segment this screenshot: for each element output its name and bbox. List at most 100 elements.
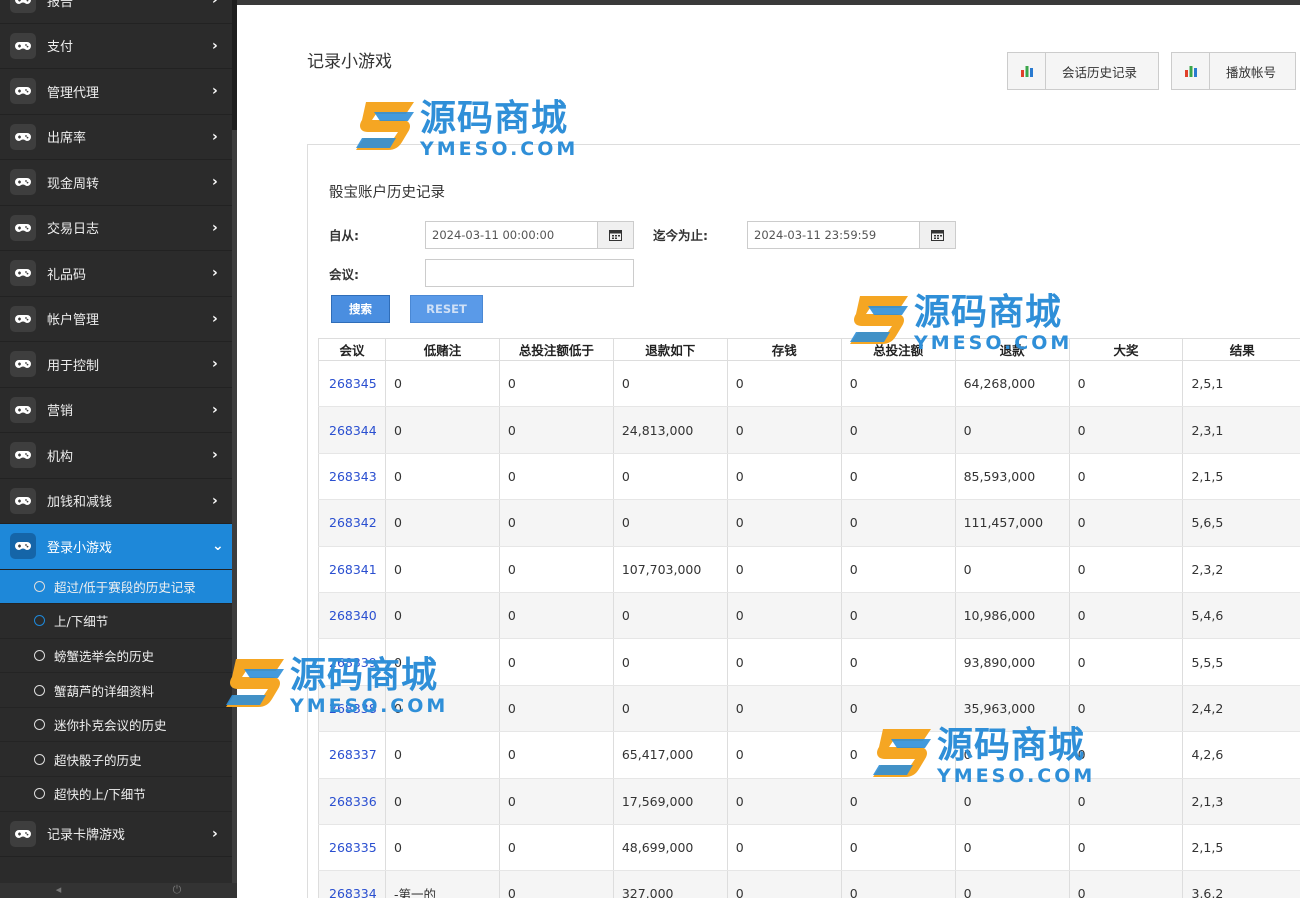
- submenu-item-3[interactable]: 蟹葫芦的详细资料: [0, 673, 232, 708]
- submenu-item-1[interactable]: 上/下细节: [0, 604, 232, 639]
- session-id-link[interactable]: 268344: [318, 406, 386, 454]
- footer-power-icon[interactable]: ⏻: [173, 883, 182, 898]
- sidebar-item-8[interactable]: 用于控制 ›: [0, 342, 232, 388]
- watermark-en: YMESO.COM: [914, 332, 1073, 354]
- sidebar-item-card-games[interactable]: 记录卡牌游戏 ›: [0, 812, 232, 857]
- sidebar-item-4[interactable]: 现金周转 ›: [0, 160, 232, 206]
- footer-left-icon[interactable]: ◂: [56, 883, 62, 898]
- submenu-item-0[interactable]: 超过/低于赛段的历史记录: [0, 569, 232, 605]
- sidebar-item-2[interactable]: 管理代理 ›: [0, 69, 232, 115]
- session-id-link[interactable]: 268337: [318, 731, 386, 779]
- history-panel: 骰宝账户历史记录 自从: 2024-03-11 00:00:00 迄今为止: 2…: [307, 144, 1300, 898]
- session-id-link[interactable]: 268334: [318, 870, 386, 898]
- table-cell: 0: [726, 406, 842, 454]
- session-id-link[interactable]: 268340: [318, 592, 386, 640]
- watermark-cn: 源码商城: [420, 98, 569, 139]
- column-header[interactable]: 存钱: [726, 338, 842, 361]
- sidebar-item-6[interactable]: 礼品码 ›: [0, 251, 232, 297]
- table-cell: 10,986,000: [954, 592, 1070, 640]
- sidebar-menu: 报告 › 支付 › 管理代理 › 出席率 › 现金周转 › 交易日志 › 礼品码 › 帐户管理 › 用于控制 › 营…: [0, 0, 232, 857]
- watermark-s-icon: [222, 655, 288, 713]
- gamepad-icon: [10, 260, 36, 287]
- sidebar-item-9[interactable]: 营销 ›: [0, 388, 232, 433]
- table-cell: 0: [954, 824, 1070, 872]
- submenu-item-4[interactable]: 迷你扑克会议的历史: [0, 708, 232, 743]
- table-cell: 0: [612, 685, 728, 733]
- watermark-s-icon: [846, 292, 912, 350]
- session-id-link[interactable]: 268345: [318, 360, 386, 408]
- sidebar-item-1[interactable]: 支付 ›: [0, 24, 232, 69]
- sidebar-item-11[interactable]: 加钱和减钱 ›: [0, 479, 232, 524]
- session-id-link[interactable]: 268336: [318, 778, 386, 825]
- sidebar-item-label: 营销: [47, 404, 74, 420]
- sidebar-item-label: 报告: [47, 0, 74, 10]
- gamepad-icon: [10, 78, 36, 105]
- reset-button[interactable]: RESET: [410, 295, 483, 323]
- session-history-label: 会话历史记录: [1062, 64, 1138, 80]
- table-cell: 0: [612, 360, 728, 408]
- gamepad-icon: [10, 123, 36, 150]
- table-cell: 24,813,000: [612, 406, 728, 454]
- table-row: 268338 0 0 0 0 0 35,963,000 0 2,4,2: [318, 685, 1300, 733]
- table-cell: 48,699,000: [612, 824, 728, 872]
- play-account-button[interactable]: 播放帐号: [1171, 52, 1296, 90]
- session-id-link[interactable]: 268335: [318, 824, 386, 872]
- column-header[interactable]: 退款如下: [612, 338, 728, 361]
- sidebar-item-label: 机构: [47, 449, 74, 465]
- column-header[interactable]: 结果: [1182, 338, 1300, 361]
- chevron-right-icon: ›: [212, 174, 218, 191]
- table-row: 268341 0 0 107,703,000 0 0 0 0 2,3,2: [318, 546, 1300, 593]
- submenu-item-2[interactable]: 螃蟹选举会的历史: [0, 639, 232, 674]
- column-header[interactable]: 会议: [318, 338, 386, 361]
- table-cell: 0: [840, 870, 956, 898]
- session-history-button[interactable]: 会话历史记录: [1007, 52, 1159, 90]
- table-cell: 0: [726, 685, 842, 733]
- table-cell: 5,6,5: [1182, 499, 1300, 547]
- sidebar-item-7[interactable]: 帐户管理 ›: [0, 297, 232, 342]
- calendar-icon[interactable]: [597, 222, 633, 248]
- table-cell: 0: [498, 638, 614, 686]
- table-cell: 0: [840, 360, 956, 408]
- sidebar-item-3[interactable]: 出席率 ›: [0, 115, 232, 160]
- table-cell: 17,569,000: [612, 778, 728, 825]
- sidebar-item-10[interactable]: 机构 ›: [0, 433, 232, 479]
- table-cell: 0: [384, 360, 500, 408]
- bar-chart-icon: [1172, 53, 1210, 89]
- table-cell: 0: [1068, 406, 1183, 454]
- session-input[interactable]: [425, 259, 634, 287]
- to-label: 迄今为止:: [653, 228, 708, 243]
- circle-icon: [34, 719, 45, 731]
- table-cell: 65,417,000: [612, 731, 728, 779]
- submenu-item-6[interactable]: 超快的上/下细节: [0, 777, 232, 812]
- table-cell: 2,3,2: [1182, 546, 1300, 593]
- sidebar-item-label: 现金周转: [47, 176, 100, 192]
- chevron-right-icon: ›: [212, 219, 218, 236]
- table-cell: 0: [726, 360, 842, 408]
- from-date-input[interactable]: 2024-03-11 00:00:00: [425, 221, 634, 249]
- session-id-link[interactable]: 268341: [318, 546, 386, 593]
- sidebar-item-mini-games[interactable]: 登录小游戏 ⌄: [0, 524, 232, 570]
- gamepad-icon: [10, 533, 36, 560]
- column-header[interactable]: 低赌注: [384, 338, 500, 361]
- table-cell: 0: [726, 592, 842, 640]
- to-date-input[interactable]: 2024-03-11 23:59:59: [747, 221, 956, 249]
- sidebar-item-label: 记录卡牌游戏: [47, 828, 126, 844]
- chevron-right-icon: ›: [212, 401, 218, 418]
- sidebar-item-0[interactable]: 报告 ›: [0, 0, 232, 24]
- search-button[interactable]: 搜索: [331, 295, 390, 323]
- table-row: 268343 0 0 0 0 0 85,593,000 0 2,1,5: [318, 453, 1300, 501]
- session-id-link[interactable]: 268343: [318, 453, 386, 501]
- column-header[interactable]: 总投注额低于: [498, 338, 614, 361]
- session-id-link[interactable]: 268342: [318, 499, 386, 547]
- column-header[interactable]: 大奖: [1068, 338, 1183, 361]
- sidebar-item-label: 登录小游戏: [47, 540, 113, 556]
- table-row: 268336 0 0 17,569,000 0 0 0 0 2,1,3: [318, 778, 1300, 825]
- submenu-item-label: 超快的上/下细节: [54, 787, 146, 803]
- circle-icon: [34, 684, 45, 696]
- calendar-icon[interactable]: [919, 222, 955, 248]
- table-cell: 0: [726, 778, 842, 825]
- submenu-item-5[interactable]: 超快骰子的历史: [0, 742, 232, 778]
- table-cell: 0: [384, 824, 500, 872]
- sidebar-item-5[interactable]: 交易日志 ›: [0, 206, 232, 251]
- table-cell: 0: [954, 870, 1070, 898]
